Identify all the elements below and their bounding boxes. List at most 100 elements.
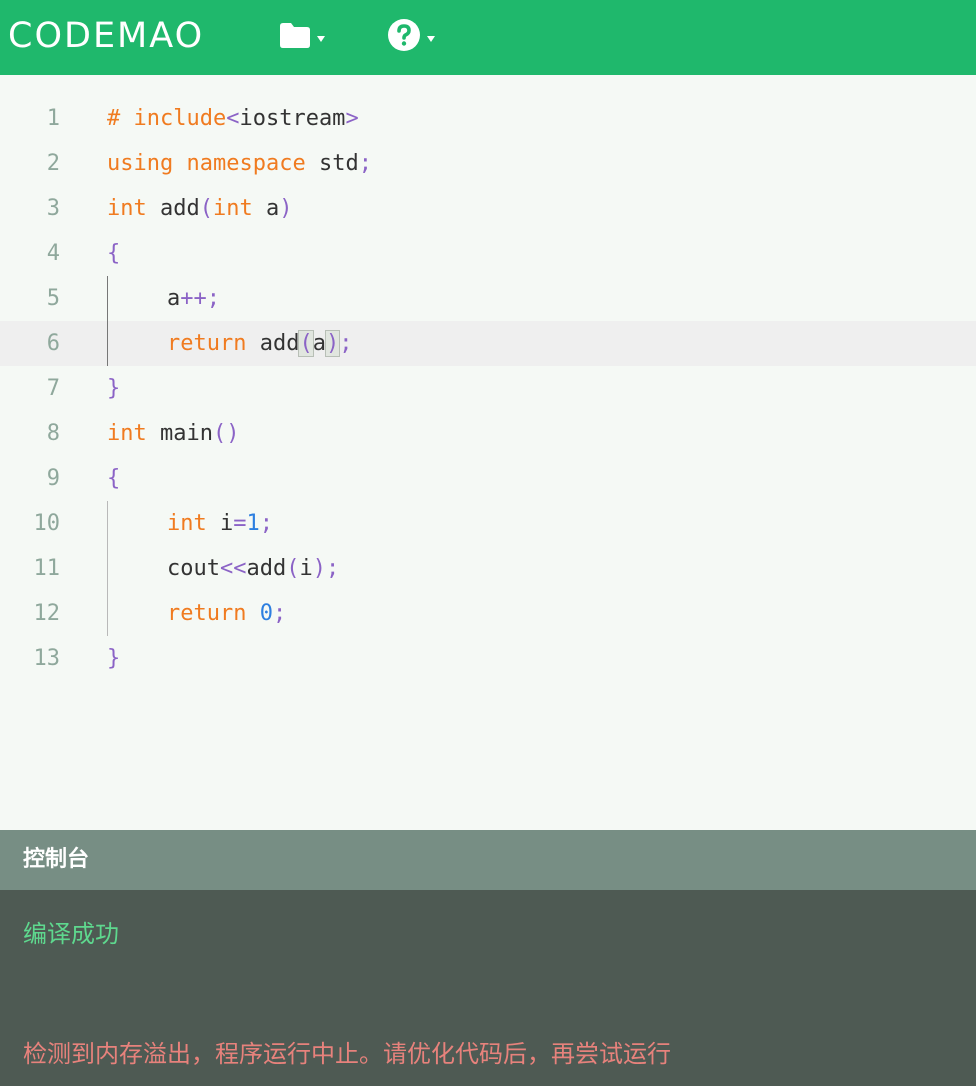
code-token: i	[299, 556, 313, 581]
code-editor[interactable]: 1 # include<iostream> 2 using namespace std…	[0, 75, 976, 830]
line-number: 1	[46, 106, 60, 131]
line-number: 7	[46, 376, 60, 401]
indent-guide	[107, 501, 108, 636]
code-token: (	[298, 330, 314, 357]
code-token: add	[246, 556, 287, 581]
code-line[interactable]: 7}	[0, 366, 976, 411]
code-token: =	[233, 511, 247, 536]
line-number: 3	[46, 196, 60, 221]
code-token: >	[345, 106, 359, 131]
line-number: 9	[46, 466, 60, 491]
chevron-down-icon	[316, 28, 326, 47]
code-token: cout	[167, 556, 220, 581]
code-token: {	[107, 466, 121, 491]
code-token: namespace	[186, 151, 306, 176]
code-line[interactable]: 10 int i=1;	[0, 501, 976, 546]
code-token: int	[167, 511, 207, 536]
line-number: 6	[46, 331, 60, 356]
code-token: return	[167, 601, 247, 626]
top-toolbar: CODEMAO	[0, 0, 976, 75]
code-text[interactable]: return 0;	[167, 591, 286, 636]
code-line[interactable]: 11 cout<<add(i);	[0, 546, 976, 591]
indent-guide	[107, 276, 108, 366]
line-number: 12	[33, 601, 61, 626]
code-token: ;	[259, 511, 273, 536]
code-text[interactable]: {	[107, 456, 120, 501]
code-text[interactable]: a++;	[167, 276, 220, 321]
code-line[interactable]: 5 a++;	[0, 276, 976, 321]
code-token: i	[206, 511, 234, 536]
code-token: a	[252, 196, 280, 221]
code-token: ;	[272, 601, 287, 626]
code-line[interactable]: 1 # include<iostream>	[0, 96, 976, 141]
code-token: (	[199, 196, 213, 221]
console-header: 控制台	[0, 830, 976, 890]
line-number: 4	[46, 241, 60, 266]
code-token: );	[312, 556, 340, 581]
code-token: int	[212, 196, 253, 221]
code-text[interactable]: using namespace std;	[107, 141, 372, 186]
memory-overflow-error-message: 检测到内存溢出，程序运行中止。请优化代码后，再尝试运行	[23, 1040, 671, 1068]
code-token: {	[107, 241, 121, 266]
code-token: ++;	[180, 286, 220, 311]
help-menu-button[interactable]	[386, 18, 436, 56]
code-token: 0	[259, 601, 273, 626]
code-text[interactable]: return add(a);	[167, 321, 352, 366]
code-line[interactable]: 8 int main()	[0, 411, 976, 456]
line-number: 5	[46, 286, 60, 311]
code-line[interactable]: 2 using namespace std;	[0, 141, 976, 186]
code-token: return	[167, 331, 247, 356]
code-token: )	[279, 196, 293, 221]
code-text[interactable]: }	[107, 636, 120, 681]
line-number: 10	[33, 511, 61, 536]
code-line[interactable]: 13}	[0, 636, 976, 681]
line-number: 2	[46, 151, 60, 176]
code-token: using	[107, 151, 174, 176]
code-text[interactable]: # include<iostream>	[107, 96, 359, 141]
code-token: std	[305, 151, 359, 176]
file-menu-button[interactable]	[278, 18, 326, 56]
code-token: add	[246, 331, 300, 356]
console-title: 控制台	[23, 847, 90, 872]
code-text[interactable]: }	[107, 366, 120, 411]
code-token: add	[146, 196, 200, 221]
code-token: main	[146, 421, 213, 446]
code-line[interactable]: 6 return add(a);	[0, 321, 976, 366]
chevron-down-icon	[426, 28, 436, 47]
console-output: 编译成功 检测到内存溢出，程序运行中止。请优化代码后，再尝试运行	[0, 890, 976, 1086]
line-number: 8	[46, 421, 60, 446]
code-line[interactable]: 12 return 0;	[0, 591, 976, 636]
code-token: 1	[246, 511, 260, 536]
code-token: }	[107, 646, 121, 671]
code-text[interactable]: int i=1;	[167, 501, 273, 546]
code-text[interactable]: int main()	[107, 411, 239, 456]
code-token: a	[312, 331, 326, 356]
code-token: <<	[219, 556, 247, 581]
code-text[interactable]: cout<<add(i);	[167, 546, 339, 591]
code-token: ;	[358, 151, 372, 176]
code-token: }	[107, 376, 121, 401]
code-token: int	[107, 421, 147, 446]
code-token: a	[167, 286, 181, 311]
code-token: ;	[339, 331, 353, 356]
code-token: int	[107, 196, 147, 221]
code-token: )	[324, 330, 341, 357]
code-token: ()	[212, 421, 240, 446]
code-line[interactable]: 9{	[0, 456, 976, 501]
code-line[interactable]: 3 int add(int a)	[0, 186, 976, 231]
code-text[interactable]: int add(int a)	[107, 186, 292, 231]
code-line[interactable]: 4{	[0, 231, 976, 276]
code-token: (	[286, 556, 300, 581]
compile-success-message: 编译成功	[23, 920, 119, 948]
code-token: # include	[107, 106, 227, 131]
line-number: 13	[33, 646, 61, 671]
code-text[interactable]: {	[107, 231, 120, 276]
code-token: <	[226, 106, 240, 131]
codemao-logo[interactable]: CODEMAO	[8, 12, 204, 60]
code-token: iostream	[239, 106, 346, 131]
line-number: 11	[33, 556, 61, 581]
folder-icon	[278, 20, 312, 54]
help-circle-icon	[386, 17, 422, 57]
